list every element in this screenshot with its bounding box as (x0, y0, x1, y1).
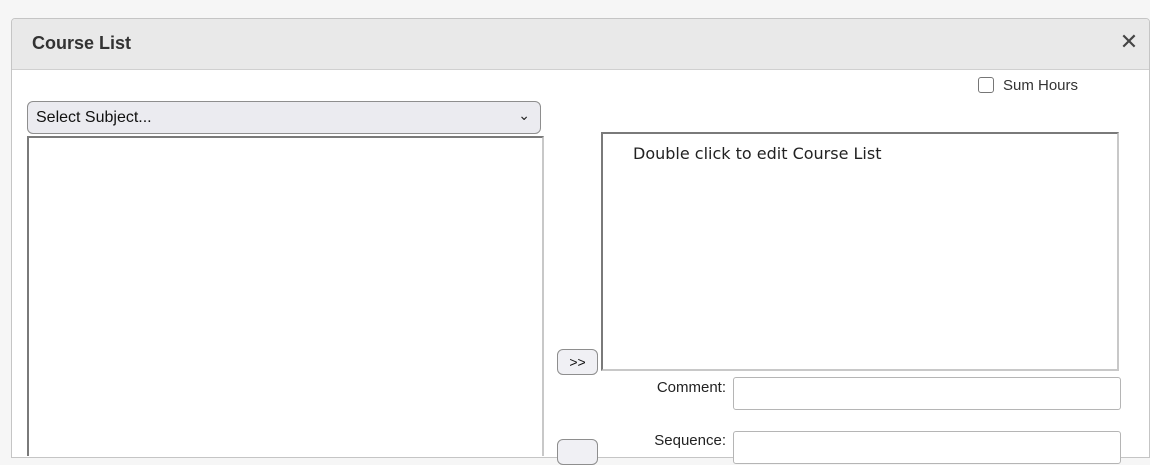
dialog-titlebar: Course List ✕ (12, 19, 1149, 70)
course-list-placeholder: Double click to edit Course List (633, 144, 882, 163)
comment-field[interactable] (733, 377, 1121, 410)
sum-hours-checkbox[interactable] (978, 77, 994, 93)
remove-course-button[interactable] (557, 439, 598, 465)
select-subject-dropdown[interactable]: Select Subject... ⌄ (27, 101, 541, 134)
chevron-down-icon: ⌄ (518, 108, 530, 124)
sum-hours-label: Sum Hours (1003, 76, 1079, 94)
sequence-field[interactable] (733, 431, 1121, 464)
course-list-box[interactable]: Double click to edit Course List (601, 132, 1119, 371)
available-courses-list[interactable] (27, 136, 544, 456)
sequence-label: Sequence: (654, 432, 726, 449)
sum-hours-control[interactable]: Sum Hours (978, 74, 1078, 96)
select-subject-value: Select Subject... (36, 109, 152, 126)
add-course-button[interactable]: >> (557, 349, 598, 375)
close-icon[interactable]: ✕ (1115, 29, 1143, 57)
comment-label: Comment: (656, 379, 726, 396)
dialog-title: Course List (32, 33, 132, 53)
